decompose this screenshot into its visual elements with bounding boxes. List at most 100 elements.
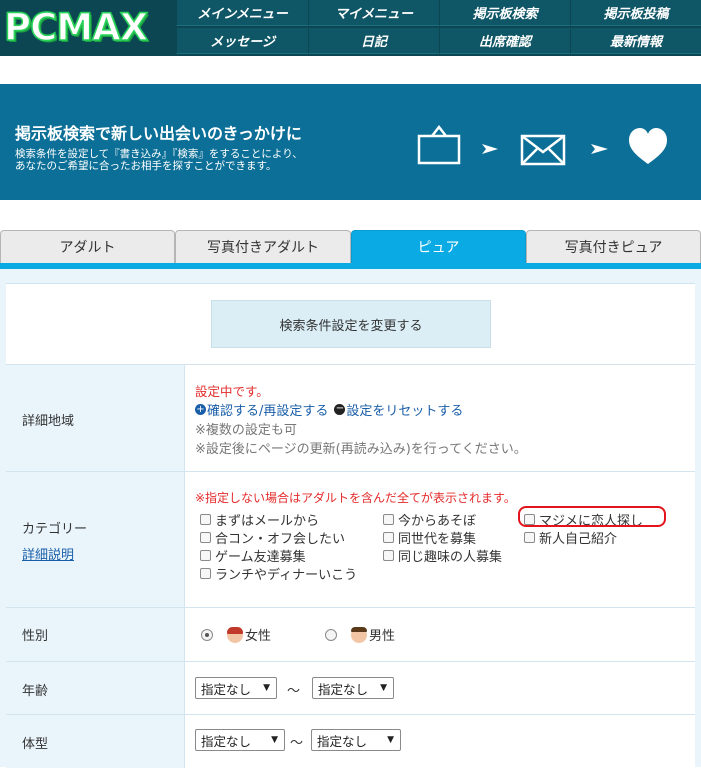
- logo-text: PCMAX: [3, 5, 149, 50]
- category-notice: ※指定しない場合はアダルトを含んだ全てが表示されます。: [195, 491, 516, 505]
- body-type-to-value: 指定なし: [317, 733, 368, 749]
- body-type-range-separator: ～: [290, 736, 304, 751]
- area-note-refresh: ※設定後にページの更新(再読み込み)を行ってください。: [195, 442, 527, 457]
- dropdown-arrow-icon: ▼: [380, 683, 387, 693]
- dropdown-arrow-icon: ▼: [271, 735, 278, 745]
- age-from-select[interactable]: 指定なし ▼: [195, 677, 277, 699]
- checkbox-label: 合コン・オフ会したい: [215, 532, 346, 547]
- category-option-play-now[interactable]: 今からあそぼ: [383, 510, 476, 529]
- gender-value-cell: 女性 男性: [185, 608, 695, 661]
- pcmax-logo[interactable]: PCMAX: [3, 2, 174, 52]
- body-type-from-value: 指定なし: [201, 733, 252, 749]
- checkbox[interactable]: [200, 514, 211, 525]
- category-value-cell: ※指定しない場合はアダルトを含んだ全てが表示されます。 まずはメールから 今から…: [185, 472, 695, 607]
- gender-male-label: 男性: [369, 629, 396, 644]
- nav-main-menu[interactable]: メインメニュー: [176, 0, 308, 26]
- gender-female-label: 女性: [245, 629, 272, 644]
- checkbox[interactable]: [383, 532, 394, 543]
- age-range-separator: ～: [287, 684, 301, 699]
- area-links: + 確認する/再設定する − 設定をリセットする: [195, 400, 463, 419]
- tab-adult[interactable]: アダルト: [0, 230, 175, 263]
- heart-icon: [629, 128, 667, 164]
- area-row: 詳細地域 設定中です。 + 確認する/再設定する − 設定をリセットする ※複数…: [6, 364, 695, 471]
- age-to-value: 指定なし: [318, 681, 369, 697]
- checkbox[interactable]: [200, 550, 211, 561]
- checkbox-label: 今からあそぼ: [398, 514, 477, 529]
- gender-label: 性別: [22, 629, 49, 644]
- nav-my-menu[interactable]: マイメニュー: [308, 0, 439, 26]
- banner-desc-line2: あなたのご希望に合ったお相手を探すことができます。: [15, 160, 277, 172]
- tab-photo-pure[interactable]: 写真付きピュア: [526, 230, 701, 263]
- nav-message[interactable]: メッセージ: [176, 28, 308, 54]
- checkbox[interactable]: [200, 532, 211, 543]
- checkbox[interactable]: [383, 514, 394, 525]
- nav-diary[interactable]: 日記: [308, 28, 439, 54]
- checkbox[interactable]: [200, 568, 211, 579]
- checkbox-label: ゲーム友達募集: [215, 550, 306, 565]
- body-type-label-cell: 体型: [6, 715, 185, 768]
- category-option-group-party[interactable]: 合コン・オフ会したい: [200, 528, 345, 547]
- banner-desc-line1: 検索条件を設定して『書き込み』『検索』をすることにより、: [15, 148, 303, 160]
- minus-circle-icon: −: [334, 403, 346, 415]
- main-nav: メインメニュー マイメニュー 掲示板検索 掲示板投稿 メッセージ 日記 出席確認…: [176, 0, 701, 54]
- category-row: カテゴリー 詳細説明 ※指定しない場合はアダルトを含んだ全てが表示されます。 ま…: [6, 471, 695, 607]
- age-label: 年齢: [22, 684, 49, 699]
- change-search-settings-button[interactable]: 検索条件設定を変更する: [211, 300, 491, 348]
- area-label: 詳細地域: [22, 414, 75, 429]
- nav-news[interactable]: 最新情報: [570, 28, 701, 54]
- body-type-row: 体型 指定なし ▼ ～ 指定なし ▼: [6, 714, 695, 768]
- area-label-cell: 詳細地域: [6, 365, 185, 471]
- checkbox[interactable]: [383, 550, 394, 561]
- body-type-from-select[interactable]: 指定なし ▼: [195, 729, 285, 751]
- arrow-right-icon: [482, 144, 498, 154]
- age-to-select[interactable]: 指定なし ▼: [312, 677, 394, 699]
- nav-board-search[interactable]: 掲示板検索: [439, 0, 570, 26]
- tab-pure[interactable]: ピュア: [351, 230, 526, 263]
- category-option-same-generation[interactable]: 同世代を募集: [383, 528, 476, 547]
- age-label-cell: 年齢: [6, 662, 185, 714]
- body-type-value-cell: 指定なし ▼ ～ 指定なし ▼: [185, 715, 695, 768]
- category-label: カテゴリー: [22, 522, 88, 537]
- gender-female-radio[interactable]: 女性: [201, 625, 271, 644]
- woman-icon: [227, 626, 243, 643]
- checkbox-label: 同じ趣味の人募集: [398, 550, 503, 565]
- dropdown-arrow-icon: ▼: [387, 735, 394, 745]
- checkbox[interactable]: [524, 532, 535, 543]
- category-option-game-friends[interactable]: ゲーム友達募集: [200, 546, 306, 565]
- search-panel: 検索条件設定を変更する 詳細地域 設定中です。 + 確認する/再設定する − 設…: [0, 269, 701, 768]
- category-option-self-intro[interactable]: 新人自己紹介: [524, 528, 617, 547]
- nav-attendance[interactable]: 出席確認: [439, 28, 570, 54]
- gender-male-radio[interactable]: 男性: [325, 625, 395, 644]
- site-header: PCMAX メインメニュー マイメニュー 掲示板検索 掲示板投稿 メッセージ 日…: [0, 0, 701, 56]
- tab-photo-adult[interactable]: 写真付きアダルト: [175, 230, 351, 263]
- banner-icons: [417, 124, 667, 166]
- arrow-right-icon: [591, 144, 608, 154]
- search-form: 検索条件設定を変更する 詳細地域 設定中です。 + 確認する/再設定する − 設…: [6, 283, 695, 768]
- dropdown-arrow-icon: ▼: [263, 683, 270, 693]
- man-icon: [351, 626, 367, 643]
- category-option-mail-first[interactable]: まずはメールから: [200, 510, 319, 529]
- body-type-to-select[interactable]: 指定なし ▼: [311, 729, 401, 751]
- search-banner: 掲示板検索で新しい出会いのきっかけに 検索条件を設定して『書き込み』『検索』をす…: [0, 84, 701, 200]
- nav-board-post[interactable]: 掲示板投稿: [570, 0, 701, 26]
- category-option-lunch-dinner[interactable]: ランチやディナーいこう: [200, 564, 357, 583]
- checkbox-label: ランチやディナーいこう: [215, 568, 358, 583]
- banner-description: 検索条件を設定して『書き込み』『検索』をすることにより、 あなたのご希望に合った…: [15, 148, 303, 172]
- age-row: 年齢 指定なし ▼ ～ 指定なし ▼: [6, 661, 695, 714]
- radio-button[interactable]: [201, 628, 213, 641]
- confirm-area-link[interactable]: 確認する/再設定する: [207, 400, 328, 419]
- radio-button[interactable]: [325, 628, 337, 641]
- category-label-cell: カテゴリー 詳細説明: [6, 472, 185, 607]
- age-from-value: 指定なし: [201, 681, 252, 697]
- body-type-label: 体型: [22, 737, 49, 752]
- plus-circle-icon: +: [195, 404, 206, 415]
- area-value-cell: 設定中です。 + 確認する/再設定する − 設定をリセットする ※複数の設定も可…: [185, 365, 695, 471]
- category-option-same-hobby[interactable]: 同じ趣味の人募集: [383, 546, 502, 565]
- area-note-multiple: ※複数の設定も可: [195, 423, 297, 438]
- banner-title: 掲示板検索で新しい出会いのきっかけに: [15, 124, 302, 143]
- checkbox-label: まずはメールから: [215, 514, 320, 529]
- area-status: 設定中です。: [195, 384, 269, 399]
- category-detail-link[interactable]: 詳細説明: [22, 544, 74, 563]
- reset-area-link[interactable]: 設定をリセットする: [346, 400, 463, 419]
- age-value-cell: 指定なし ▼ ～ 指定なし ▼: [185, 662, 695, 714]
